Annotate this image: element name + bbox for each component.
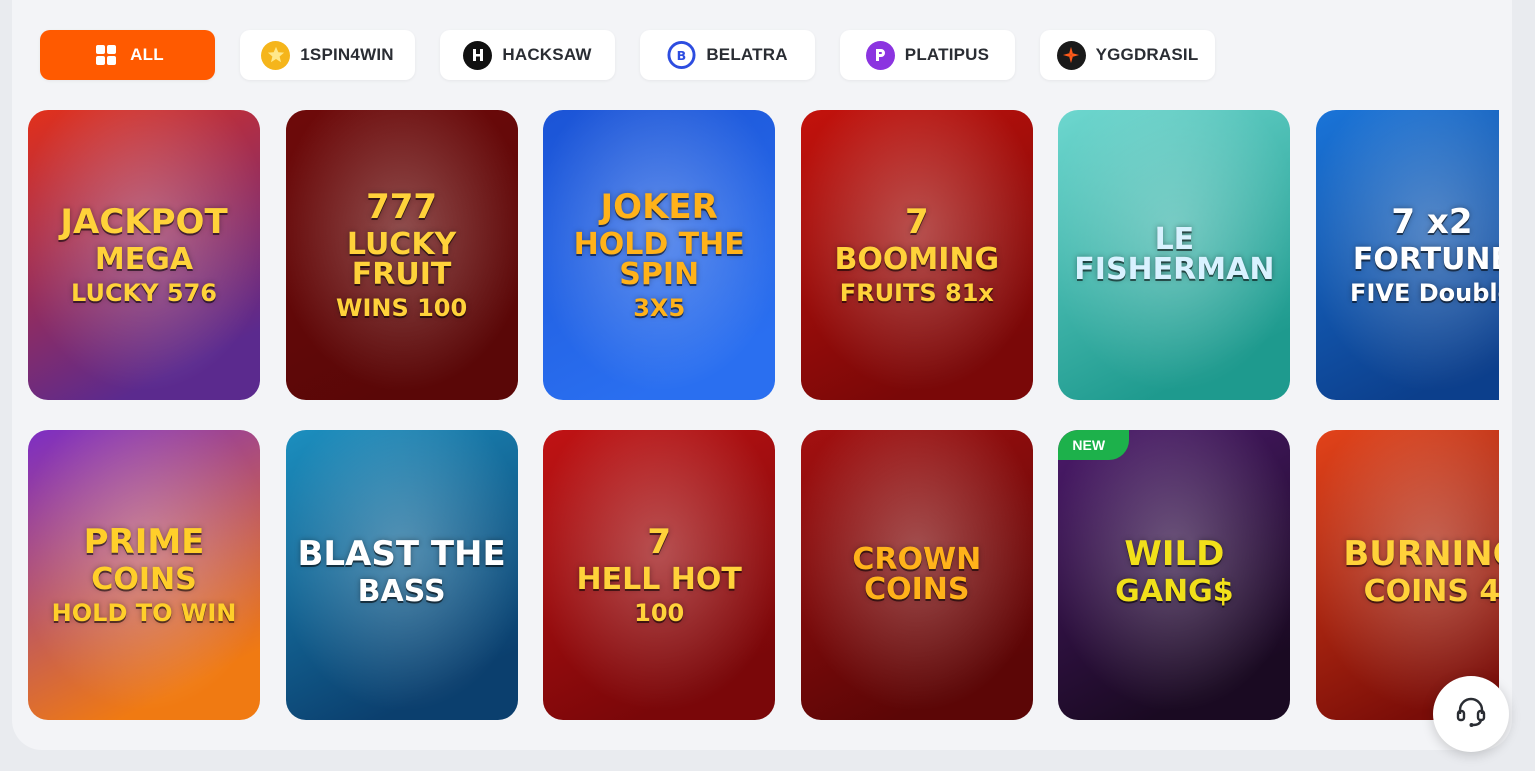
game-title-line: 3X5: [633, 294, 686, 322]
provider-filter-bar: ALL 1SPIN4WIN HACKSAW B BELATRA PLATIPUS: [40, 30, 1215, 80]
game-title-line: JACKPOT: [60, 202, 228, 242]
game-title-line: COINS: [91, 562, 197, 597]
game-tile[interactable]: 7 x2 FORTUNE FIVE Double: [1315, 110, 1499, 400]
game-tile[interactable]: JOKER HOLD THE SPIN 3X5: [543, 110, 776, 400]
game-tile[interactable]: LE FISHERMAN: [1058, 110, 1291, 400]
game-title-line: LUCKY 576: [71, 279, 217, 307]
games-grid: JACKPOT MEGA LUCKY 576 777 LUCKY FRUIT WINS 1…: [28, 110, 1499, 720]
filter-label: HACKSAW: [502, 45, 592, 64]
game-title-line: 7: [904, 202, 929, 242]
filter-belatra[interactable]: B BELATRA: [640, 30, 815, 80]
game-title: CROWN COINS: [801, 539, 1033, 611]
filter-label: YGGDRASIL: [1095, 45, 1199, 64]
headset-support-icon: [1453, 694, 1489, 735]
game-title: JACKPOT MEGA LUCKY 576: [52, 205, 235, 305]
filter-label: PLATIPUS: [904, 45, 990, 64]
filter-yggdrasil[interactable]: YGGDRASIL: [1040, 30, 1215, 80]
support-chat-button[interactable]: [1433, 676, 1509, 752]
games-grid-viewport: JACKPOT MEGA LUCKY 576 777 LUCKY FRUIT WINS 1…: [28, 110, 1499, 720]
game-title: 7 x2 FORTUNE FIVE Double: [1342, 205, 1499, 305]
game-tile[interactable]: JACKPOT MEGA LUCKY 576: [28, 110, 260, 400]
game-title: 7 BOOMING FRUITS 81x: [826, 205, 1007, 305]
filter-platipus[interactable]: PLATIPUS: [840, 30, 1015, 80]
game-tile[interactable]: 7 BOOMING FRUITS 81x: [800, 110, 1033, 400]
game-title-line: LE FISHERMAN: [1074, 222, 1275, 287]
belatra-logo-icon: B: [667, 40, 696, 70]
game-title-line: BLAST THE: [297, 534, 506, 574]
game-title: JOKER HOLD THE SPIN 3X5: [543, 190, 775, 320]
game-title-line: 7 x2: [1391, 202, 1473, 242]
game-title-line: WILD: [1124, 534, 1225, 574]
game-title-line: 100: [634, 599, 685, 627]
filter-1spin4win[interactable]: 1SPIN4WIN: [240, 30, 415, 80]
game-tile[interactable]: CROWN COINS: [800, 430, 1033, 720]
game-tile[interactable]: 777 LUCKY FRUIT WINS 100: [285, 110, 518, 400]
game-title: BLAST THE BASS: [289, 537, 513, 613]
game-title-line: BOOMING: [834, 242, 1000, 277]
yggdrasil-logo-icon: [1056, 40, 1086, 70]
hacksaw-logo-icon: [463, 40, 493, 70]
game-title: 7 HELL HOT 100: [569, 525, 750, 625]
filter-hacksaw[interactable]: HACKSAW: [440, 30, 615, 80]
svg-text:B: B: [677, 48, 687, 63]
game-title-line: 7: [647, 522, 672, 562]
game-tile[interactable]: PRIME COINS HOLD TO WIN: [28, 430, 260, 720]
1spin4win-logo-icon: [261, 40, 291, 70]
platipus-logo-icon: [865, 40, 895, 70]
game-title-line: HOLD THE SPIN: [573, 227, 745, 292]
filter-label: ALL: [130, 45, 164, 64]
game-title-line: BASS: [357, 574, 446, 609]
new-badge: NEW: [1058, 430, 1130, 460]
filter-label: 1SPIN4WIN: [300, 45, 394, 64]
game-title-line: HELL HOT: [576, 562, 742, 597]
game-tile[interactable]: 7 HELL HOT 100: [543, 430, 776, 720]
game-title: WILD GANG$: [1107, 537, 1241, 613]
game-title: PRIME COINS HOLD TO WIN: [44, 525, 245, 625]
game-title-line: JOKER: [600, 187, 718, 227]
game-title: BURNINGCOINS 4: [1335, 537, 1499, 613]
game-title-line: HOLD TO WIN: [51, 599, 237, 627]
game-title-line: FORTUNE: [1352, 242, 1499, 277]
game-title: LE FISHERMAN: [1058, 219, 1290, 291]
game-title-line: PRIME: [83, 522, 205, 562]
filter-all[interactable]: ALL: [40, 30, 215, 80]
game-title-line: WINS 100: [335, 294, 468, 322]
game-title-line: LUCKY FRUIT: [346, 227, 457, 292]
grid-icon: [91, 41, 120, 70]
game-title-line: GANG$: [1115, 574, 1234, 609]
game-tile[interactable]: WILD GANG$ NEW: [1058, 430, 1291, 720]
game-title-line: COINS 4: [1363, 574, 1499, 609]
game-title: 777 LUCKY FRUIT WINS 100: [286, 190, 518, 320]
game-tile[interactable]: BLAST THE BASS: [285, 430, 518, 720]
filter-label: BELATRA: [706, 45, 788, 64]
game-title-line: MEGA: [94, 242, 194, 277]
game-title-line: FRUITS 81x: [839, 279, 994, 307]
game-title-line: FIVE Double: [1350, 279, 1499, 307]
game-title-line: CROWN COINS: [852, 542, 982, 607]
game-title-line: BURNING: [1343, 534, 1499, 574]
game-title-line: 777: [366, 187, 438, 227]
